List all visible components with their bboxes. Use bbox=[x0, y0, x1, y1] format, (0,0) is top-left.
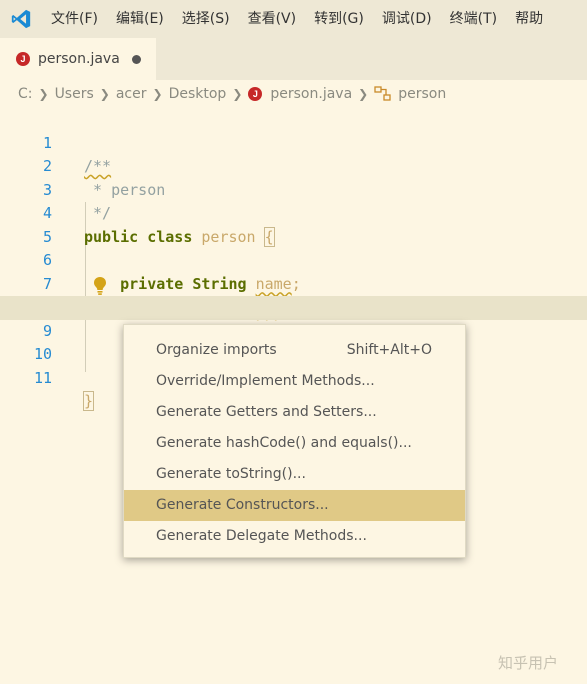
menu-generate-getters-setters[interactable]: Generate Getters and Setters... bbox=[124, 397, 465, 428]
code-line-3[interactable]: 3 */ bbox=[0, 155, 587, 223]
menu-goto[interactable]: 转到(G) bbox=[305, 0, 373, 38]
menu-item-label: Generate toString()... bbox=[156, 466, 306, 482]
code-line-9[interactable]: 9 bbox=[0, 296, 587, 340]
breadcrumb-file[interactable]: person.java bbox=[270, 86, 352, 102]
breadcrumb-symbol[interactable]: person bbox=[398, 86, 446, 102]
menu-edit[interactable]: 编辑(E) bbox=[107, 0, 173, 38]
menu-item-shortcut: Shift+Alt+O bbox=[346, 342, 432, 358]
menu-generate-hashcode-equals[interactable]: Generate hashCode() and equals()... bbox=[124, 428, 465, 459]
breadcrumb-users[interactable]: Users bbox=[55, 86, 94, 102]
chevron-right-icon: ❯ bbox=[38, 87, 49, 101]
class-icon bbox=[374, 86, 391, 101]
breadcrumb-acer[interactable]: acer bbox=[116, 86, 147, 102]
chevron-right-icon: ❯ bbox=[152, 87, 163, 101]
lightbulb-icon[interactable] bbox=[92, 276, 108, 296]
menu-selection[interactable]: 选择(S) bbox=[173, 0, 239, 38]
menu-file[interactable]: 文件(F) bbox=[42, 0, 107, 38]
menu-generate-constructors[interactable]: Generate Constructors... bbox=[124, 490, 465, 521]
code-line-8[interactable]: 8 bbox=[0, 273, 587, 316]
menu-generate-delegate-methods[interactable]: Generate Delegate Methods... bbox=[124, 521, 465, 552]
tab-label: person.java bbox=[38, 51, 120, 67]
menu-item-label: Generate Delegate Methods... bbox=[156, 528, 367, 544]
menu-generate-tostring[interactable]: Generate toString()... bbox=[124, 459, 465, 490]
tab-person-java[interactable]: J person.java bbox=[0, 38, 156, 80]
menu-item-label: Generate Constructors... bbox=[156, 497, 329, 513]
menu-view[interactable]: 查看(V) bbox=[239, 0, 306, 38]
menu-override-implement[interactable]: Override/Implement Methods... bbox=[124, 366, 465, 397]
chevron-right-icon: ❯ bbox=[358, 87, 369, 101]
line-number: 11 bbox=[33, 368, 52, 387]
menu-item-label: Generate hashCode() and equals()... bbox=[156, 435, 412, 451]
code-line-4[interactable]: 4 public class person { bbox=[0, 179, 587, 247]
menu-item-label: Generate Getters and Setters... bbox=[156, 404, 377, 420]
code-line-5[interactable]: 5 bbox=[0, 202, 587, 246]
code-line-2[interactable]: 2 * person bbox=[0, 132, 587, 199]
unsaved-dot-icon[interactable] bbox=[131, 54, 141, 64]
code-line-7[interactable]: 7 private String sex; bbox=[0, 249, 587, 317]
menu-item-label: Override/Implement Methods... bbox=[156, 373, 375, 389]
breadcrumb: C: ❯ Users ❯ acer ❯ Desktop ❯ J person.j… bbox=[0, 80, 587, 108]
breadcrumb-desktop[interactable]: Desktop bbox=[169, 86, 227, 102]
brace-close: } bbox=[82, 391, 95, 411]
menu-item-label: Organize imports bbox=[156, 342, 277, 358]
menu-terminal[interactable]: 终端(T) bbox=[441, 0, 506, 38]
watermark: 知乎用户 bbox=[498, 654, 559, 672]
java-file-icon: J bbox=[248, 87, 263, 101]
breadcrumb-drive[interactable]: C: bbox=[18, 86, 33, 102]
menu-debug[interactable]: 调试(D) bbox=[373, 0, 441, 38]
code-line-1[interactable]: 1 /** bbox=[0, 108, 587, 176]
vscode-logo-icon[interactable] bbox=[0, 0, 42, 38]
menu-help[interactable]: 帮助 bbox=[506, 0, 552, 38]
chevron-right-icon: ❯ bbox=[232, 87, 243, 101]
menu-bar: 文件(F) 编辑(E) 选择(S) 查看(V) 转到(G) 调试(D) 终端(T… bbox=[0, 0, 587, 38]
java-file-icon: J bbox=[16, 52, 30, 66]
code-line-6[interactable]: 6 private String name; bbox=[0, 226, 587, 293]
code-action-menu: Organize imports Shift+Alt+O Override/Im… bbox=[123, 324, 466, 558]
menu-organize-imports[interactable]: Organize imports Shift+Alt+O bbox=[124, 335, 465, 366]
tab-bar: J person.java bbox=[0, 38, 587, 80]
chevron-right-icon: ❯ bbox=[99, 87, 110, 101]
